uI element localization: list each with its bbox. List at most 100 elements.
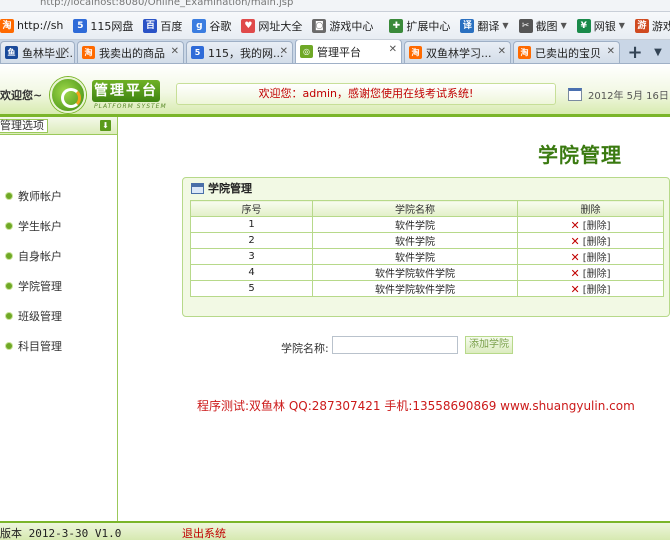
browser-tab[interactable]: ◎ 管理平台 ✕	[295, 40, 402, 63]
sidebar-item[interactable]: 学院管理	[0, 271, 117, 301]
table-row: 1 软件学院 ✕ [删除]	[190, 216, 664, 233]
taobao-icon: 淘	[0, 18, 14, 33]
bookmark-label: http://sh	[17, 19, 64, 32]
browser-tab[interactable]: 淘双鱼林学习... ✕	[404, 41, 511, 63]
bookmarks-bar: 淘 http://sh 5 115网盘百百度 g 谷歌 ♥ 网址大全 ◙ 游戏中心 ✚ 扩展中心译翻译…	[0, 12, 670, 40]
logo-title: 管理平台	[92, 80, 160, 102]
status-bar: 版本 2012-3-30 V1.0 退出系统	[0, 521, 670, 540]
bookmark-item[interactable]: 5 115网盘	[73, 18, 133, 34]
bookmark-item[interactable]: ✂ 截图 ▼	[518, 18, 567, 34]
sidebar-header: 管理选项 ⬇	[0, 117, 117, 135]
close-tab-icon[interactable]: ✕	[607, 46, 615, 57]
main-content: 学院管理 学院管理 序号 学院名称 删除 1 软件学院 ✕ [删除] 2 软件学院 ✕ [删除…	[119, 117, 670, 521]
row-id: 1	[190, 216, 313, 233]
dropdown-arrow-icon[interactable]: ▼	[561, 21, 567, 30]
panel-title: 学院管理	[208, 182, 252, 195]
row-college-name: 软件学院	[312, 248, 518, 265]
dropdown-arrow-icon[interactable]: ▼	[502, 21, 508, 30]
page-title: 学院管理	[538, 143, 622, 167]
bookmark-label: 翻译	[477, 19, 500, 33]
sidebar-menu: 教师帐户学生帐户自身帐户学院管理班级管理科目管理	[0, 181, 117, 361]
tab-taobao-icon: 淘	[82, 46, 95, 59]
delete-icon[interactable]: ✕	[570, 251, 579, 264]
sidebar-item[interactable]: 科目管理	[0, 331, 117, 361]
tab-strip: 鱼鱼林毕业... ✕ 淘我卖出的商品 ✕ 5 115，我的网... ✕ ◎ 管理平台 ✕ 淘双鱼林学…	[0, 40, 670, 64]
delete-icon[interactable]: ✕	[570, 235, 579, 248]
bookmark-label: 扩展中心	[406, 19, 451, 33]
sidebar-title: 管理选项	[0, 119, 48, 133]
delete-link[interactable]: [删除]	[583, 253, 611, 264]
sidebar-item-label: 学生帐户	[18, 220, 62, 233]
table-row: 5 软件学院软件学院 ✕ [删除]	[190, 280, 664, 297]
college-name-input[interactable]	[332, 336, 458, 354]
row-id: 5	[190, 280, 313, 297]
row-delete-cell: ✕ [删除]	[517, 216, 664, 233]
row-college-name: 软件学院	[312, 216, 518, 233]
bookmark-item[interactable]: 淘 http://sh	[0, 18, 64, 33]
tab-taobao-icon: 淘	[409, 46, 422, 59]
logo-icon	[50, 77, 86, 113]
close-tab-icon[interactable]: ✕	[389, 44, 397, 55]
browser-tab[interactable]: 淘我卖出的商品 ✕	[77, 41, 184, 63]
sidebar-item[interactable]: 班级管理	[0, 301, 117, 331]
sidebar-item-label: 学院管理	[18, 280, 62, 293]
logout-link[interactable]: 退出系统	[182, 525, 226, 540]
bookmark-item[interactable]: ♥ 网址大全	[241, 18, 302, 34]
bookmark-item[interactable]: g 谷歌	[192, 18, 231, 34]
browser-tab[interactable]: 鱼鱼林毕业... ✕	[0, 41, 75, 63]
delete-icon[interactable]: ✕	[570, 219, 579, 232]
bookmark-item[interactable]: ¥ 网银 ▼	[576, 18, 625, 34]
close-tab-icon[interactable]: ✕	[171, 46, 179, 57]
bookmark-item[interactable]: 译翻译 ▼	[460, 18, 509, 34]
collapse-arrow-icon[interactable]: ⬇	[100, 120, 111, 131]
sidebar: 管理选项 ⬇ 教师帐户学生帐户自身帐户学院管理班级管理科目管理	[0, 117, 118, 521]
row-id: 2	[190, 232, 313, 249]
delete-icon[interactable]: ✕	[570, 283, 579, 296]
bookmark-item[interactable]: ✚ 扩展中心	[389, 18, 450, 34]
bank-icon: ¥	[576, 18, 591, 33]
scissors-icon: ✂	[518, 18, 533, 33]
sidebar-item[interactable]: 自身帐户	[0, 241, 117, 271]
translate-icon: 译	[460, 18, 475, 33]
developer-note: 程序测试:双鱼林 QQ:287307421 手机:13558690869 www…	[197, 399, 635, 413]
row-id: 4	[190, 264, 313, 281]
close-tab-icon[interactable]: ✕	[498, 46, 506, 57]
google-icon: g	[192, 18, 207, 33]
close-tab-icon[interactable]: ✕	[62, 46, 70, 57]
delete-link[interactable]: [删除]	[583, 221, 611, 232]
new-tab-button[interactable]: +	[622, 41, 648, 63]
gamepad-icon: ◙	[312, 18, 327, 33]
bullet-icon	[6, 343, 12, 349]
panel-header: 学院管理	[183, 178, 669, 198]
sidebar-item-label: 科目管理	[18, 340, 62, 353]
bullet-icon	[6, 313, 12, 319]
bookmark-label: 网址大全	[258, 19, 303, 33]
close-tab-icon[interactable]: ✕	[280, 46, 288, 57]
bookmark-item[interactable]: ◙ 游戏中心	[312, 18, 373, 34]
version-text: 版本 2012-3-30 V1.0	[0, 527, 122, 540]
115-icon: 5	[73, 18, 88, 33]
add-college-button[interactable]: 添加学院	[465, 336, 513, 354]
delete-icon[interactable]: ✕	[570, 267, 579, 280]
logo-subtitle: PLATFORM SYSTEM	[94, 103, 167, 110]
delete-link[interactable]: [删除]	[583, 269, 611, 280]
address-bar[interactable]: http://localhost:8080/Online_Examination…	[0, 0, 670, 12]
delete-link[interactable]: [删除]	[583, 285, 611, 296]
delete-link[interactable]: [删除]	[583, 237, 611, 248]
browser-tab[interactable]: 5 115，我的网... ✕	[186, 41, 293, 63]
bookmark-item[interactable]: 游游戏▼	[634, 18, 670, 34]
sidebar-item[interactable]: 学生帐户	[0, 211, 117, 241]
table-row: 2 软件学院 ✕ [删除]	[190, 232, 664, 249]
tab-page-icon: 鱼	[5, 46, 18, 59]
game-icon: 游	[634, 18, 649, 33]
browser-tab[interactable]: 淘已卖出的宝贝 ✕	[513, 41, 620, 63]
sidebar-item[interactable]: 教师帐户	[0, 181, 117, 211]
bookmark-item[interactable]: 百百度	[143, 18, 182, 34]
address-text[interactable]: http://localhost:8080/Online_Examination…	[40, 0, 293, 8]
tab-list-arrow-icon[interactable]: ▼	[648, 41, 668, 63]
bookmark-label: 截图	[535, 19, 558, 33]
bullet-icon	[6, 253, 12, 259]
heart-icon: ♥	[241, 18, 256, 33]
app-header: 欢迎您~ 管理平台 PLATFORM SYSTEM 欢迎您：admin，感谢您使…	[0, 65, 670, 117]
dropdown-arrow-icon[interactable]: ▼	[619, 21, 625, 30]
